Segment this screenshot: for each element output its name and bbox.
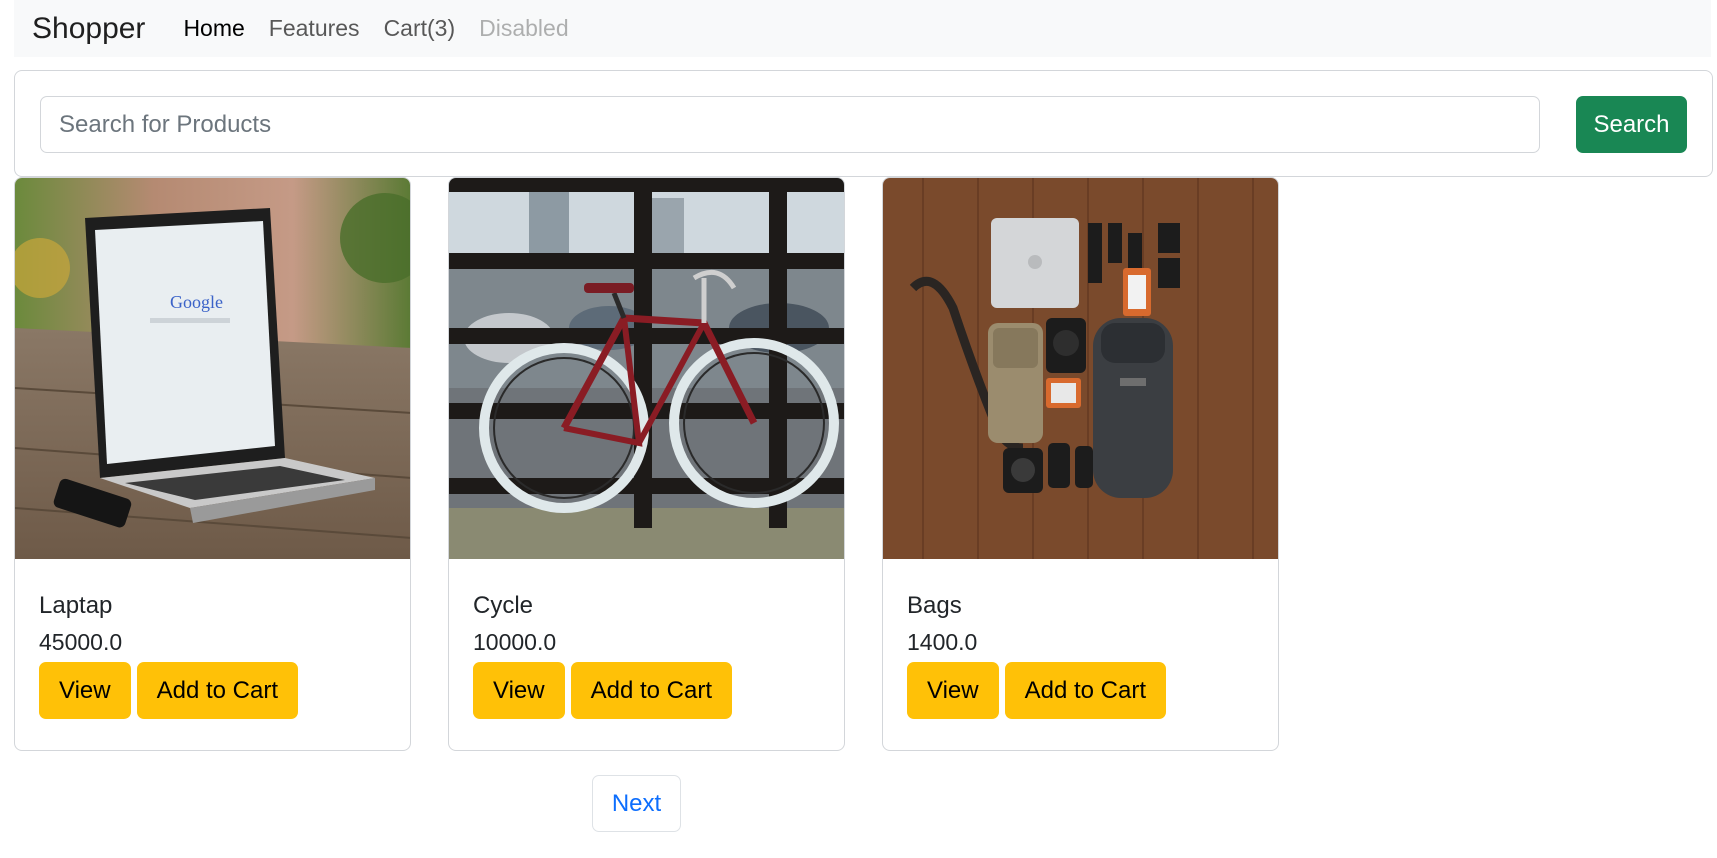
view-button[interactable]: View [39, 662, 131, 719]
view-button[interactable]: View [473, 662, 565, 719]
add-to-cart-button[interactable]: Add to Cart [570, 662, 732, 719]
add-to-cart-button[interactable]: Add to Cart [1004, 662, 1166, 719]
card-body: Laptap 45000.0 View Add to Cart [39, 589, 386, 719]
product-name: Cycle [473, 592, 534, 619]
nav-link-disabled: Disabled [479, 15, 569, 41]
search-input[interactable] [40, 96, 1540, 153]
search-panel: Search [14, 70, 1713, 177]
next-page-button[interactable]: Next [592, 775, 681, 832]
search-button[interactable]: Search [1576, 96, 1687, 153]
product-price: 45000.0 [39, 629, 123, 655]
product-price: 10000.0 [473, 629, 557, 655]
brand-logo[interactable]: Shopper [32, 12, 145, 46]
card-actions: View Add to Cart [39, 662, 386, 719]
product-price: 1400.0 [907, 629, 978, 655]
card-actions: View Add to Cart [907, 662, 1254, 719]
laptop-photo: Google [15, 178, 410, 559]
bicycle-photo [449, 178, 844, 559]
product-card-cycle: Cycle 10000.0 View Add to Cart [448, 177, 845, 751]
add-to-cart-button[interactable]: Add to Cart [136, 662, 298, 719]
nav-link-home[interactable]: Home [183, 15, 244, 42]
navbar: Shopper Home Features Cart(3) Disabled [14, 0, 1711, 57]
product-card-laptop: Google Laptap 45000.0 View Add to Cart [14, 177, 411, 751]
card-body: Cycle 10000.0 View Add to Cart [473, 589, 820, 719]
bag-gear-photo [883, 178, 1278, 559]
product-name: Laptap [39, 592, 113, 619]
product-card-bags: Bags 1400.0 View Add to Cart [882, 177, 1279, 751]
card-actions: View Add to Cart [473, 662, 820, 719]
nav-link-cart[interactable]: Cart(3) [384, 15, 456, 42]
product-name: Bags [907, 592, 962, 619]
view-button[interactable]: View [907, 662, 999, 719]
nav-link-features[interactable]: Features [269, 15, 360, 42]
svg-text:Google: Google [170, 292, 223, 312]
card-body: Bags 1400.0 View Add to Cart [907, 589, 1254, 719]
